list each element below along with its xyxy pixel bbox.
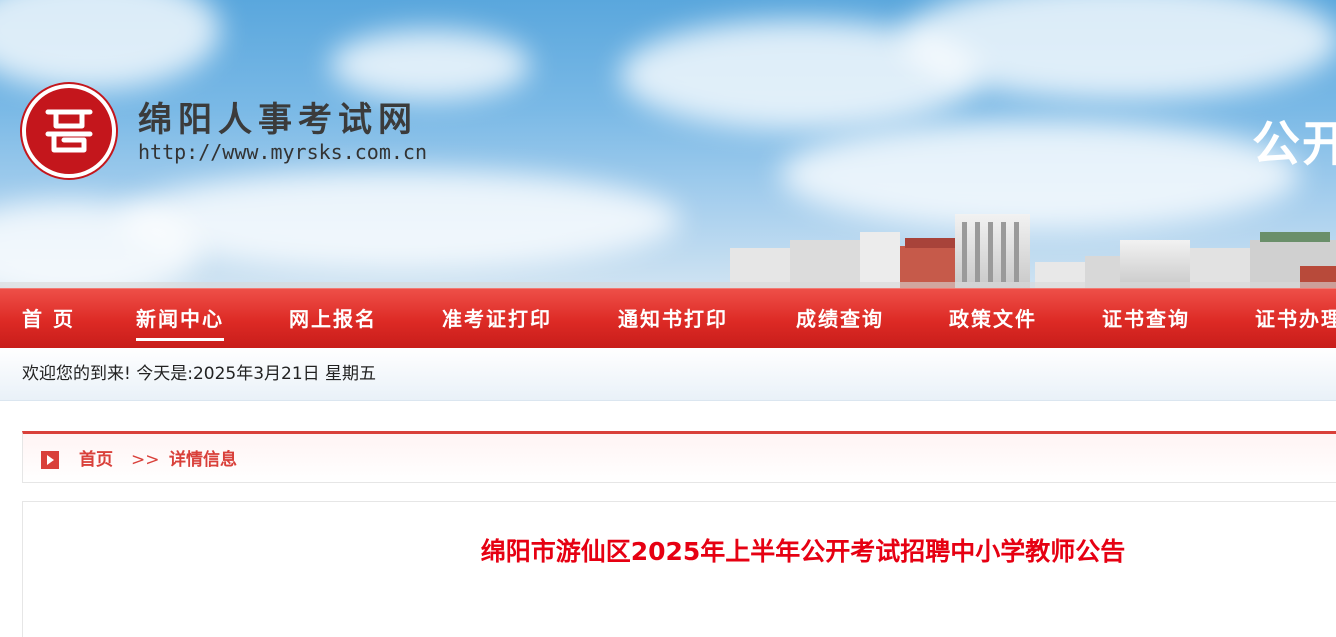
site-url: http://www.myrsks.com.cn	[138, 140, 427, 164]
welcome-bar: 欢迎您的到来! 今天是:2025年3月21日 星期五	[0, 348, 1336, 401]
article-title: 绵阳市游仙区2025年上半年公开考试招聘中小学教师公告	[480, 537, 1126, 566]
nav-item-score-query[interactable]: 成绩查询	[796, 289, 884, 349]
breadcrumb-home-link[interactable]: 首页	[79, 449, 113, 471]
nav-item-certificate-query[interactable]: 证书查询	[1102, 289, 1190, 349]
banner-slogan: 公开	[1252, 116, 1336, 172]
breadcrumb: 首页 >> 详情信息	[22, 431, 1336, 483]
nav-item-home[interactable]: 首 页	[22, 289, 75, 349]
nav-item-online-registration[interactable]: 网上报名	[289, 289, 377, 349]
breadcrumb-current: 详情信息	[169, 450, 237, 470]
breadcrumb-separator: >>	[131, 450, 160, 470]
site-logo-emblem[interactable]	[22, 84, 116, 178]
welcome-text: 欢迎您的到来! 今天是:2025年3月21日 星期五	[22, 364, 377, 384]
header-banner: 绵阳人事考试网 http://www.myrsks.com.cn 公开	[0, 0, 1336, 288]
play-arrow-icon	[41, 451, 59, 469]
site-name[interactable]: 绵阳人事考试网	[138, 92, 418, 141]
nav-item-news-center[interactable]: 新闻中心	[136, 289, 224, 349]
article-content: 绵阳市游仙区2025年上半年公开考试招聘中小学教师公告	[22, 501, 1336, 637]
nav-item-certificate-processing[interactable]: 证书办理	[1255, 289, 1336, 349]
nav-item-notice-print[interactable]: 通知书打印	[618, 289, 728, 349]
main-nav: 首 页 新闻中心 网上报名 准考证打印 通知书打印 成绩查询 政策文件 证书查询…	[0, 288, 1336, 348]
nav-item-policy-docs[interactable]: 政策文件	[949, 289, 1037, 349]
nav-item-admission-ticket[interactable]: 准考证打印	[442, 289, 552, 349]
